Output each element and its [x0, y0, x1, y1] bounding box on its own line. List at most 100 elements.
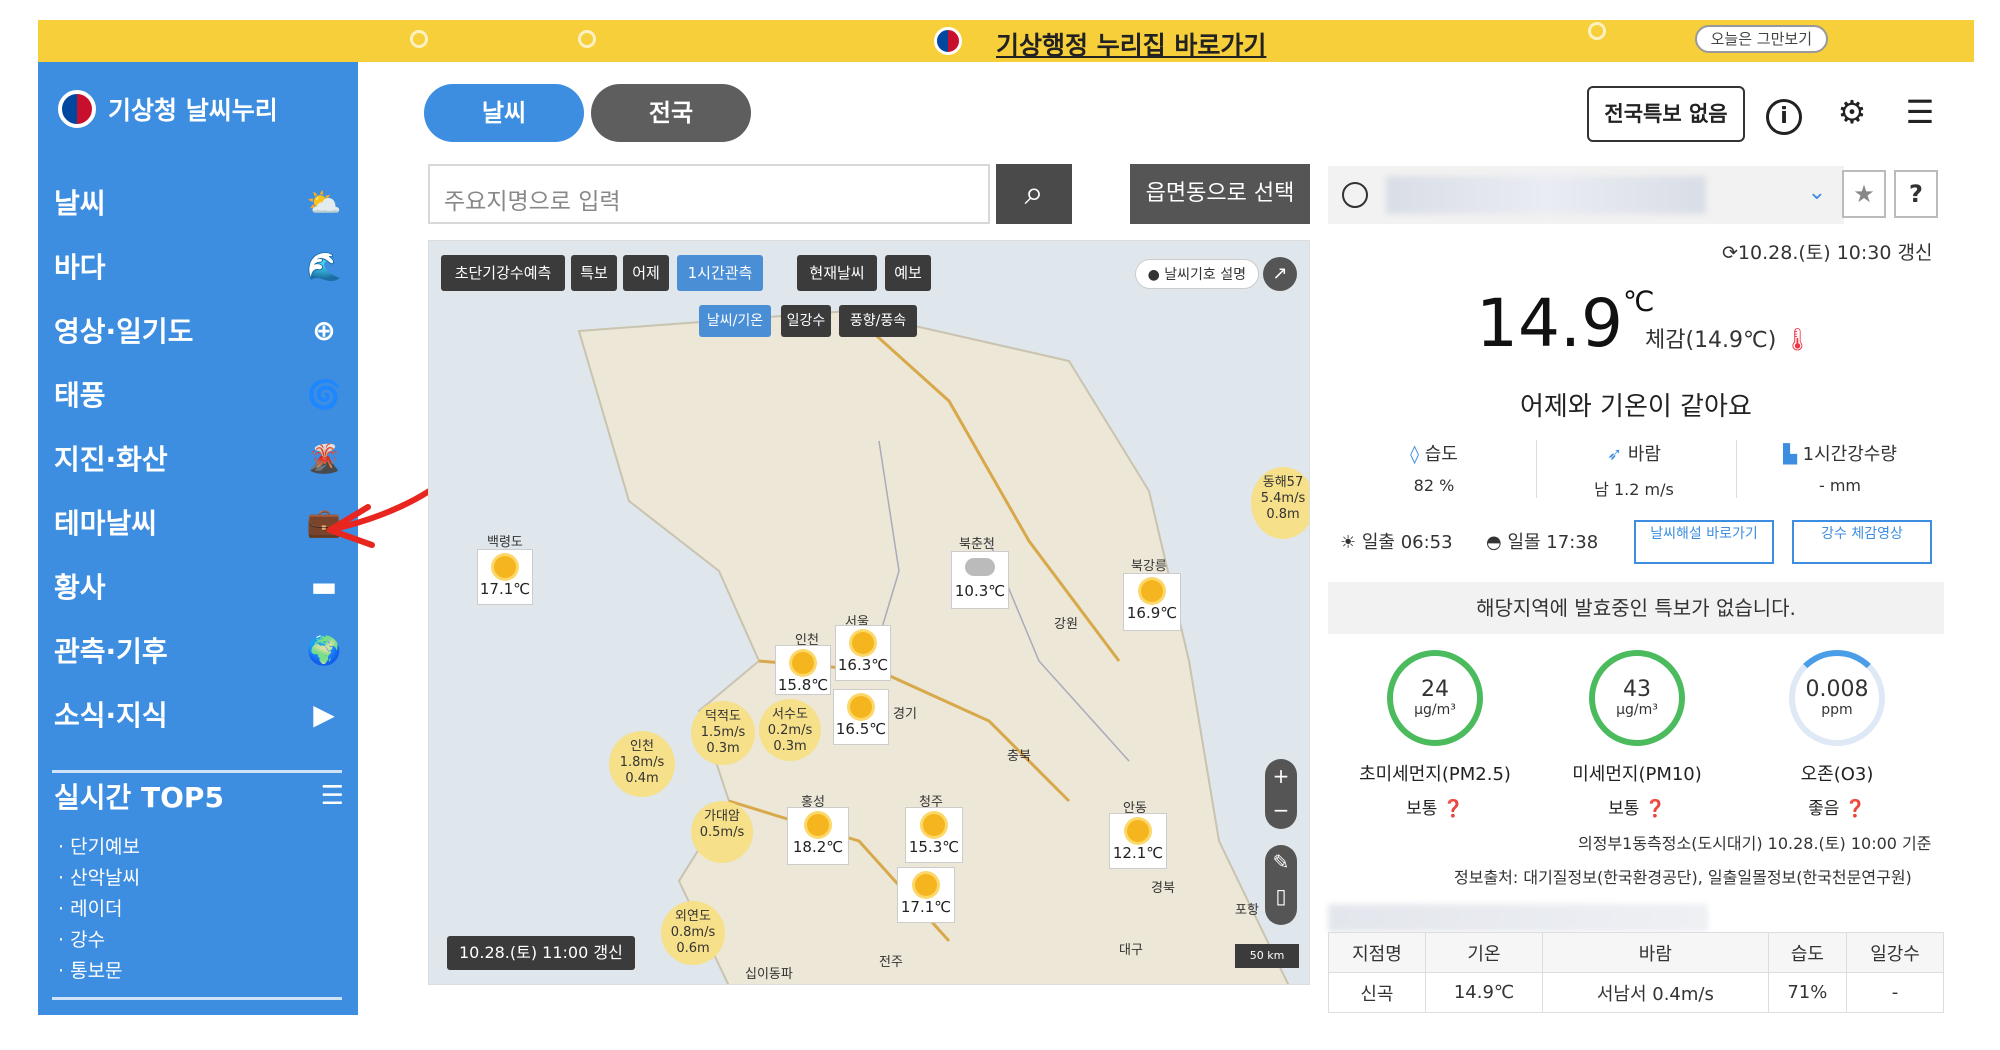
station-marker[interactable]: 10.3℃ [951, 551, 1009, 609]
ruler-icon[interactable]: ✎ [1265, 845, 1297, 879]
favorite-star-button[interactable]: ★ [1842, 170, 1886, 218]
map-chip-forecast[interactable]: 예보 [885, 255, 931, 291]
weather-icon: ⛅ [306, 185, 342, 219]
zoom-out-icon[interactable]: − [1265, 793, 1297, 827]
help-icon[interactable]: ❓ [1443, 799, 1464, 819]
sidebar: 기상청 날씨누리 날씨 ⛅ 바다 🌊 영상·일기도 ⊕ 태풍 🌀 지진·화산 🌋 테마날씨… [38, 62, 358, 1015]
map-chip-yesterday[interactable]: 어제 [623, 255, 669, 291]
sidebar-item-label: 황사 [54, 571, 106, 604]
map-icon[interactable]: ▯ [1265, 879, 1297, 913]
tab-weather[interactable]: 날씨 [424, 84, 584, 142]
sun-icon [923, 814, 945, 836]
map-chip-current[interactable]: 현재날씨 [797, 255, 877, 291]
region-label: 경기 [893, 707, 917, 722]
sun-icon [1141, 580, 1163, 602]
wave-marker[interactable]: 서수도 0.2m/s 0.3m [759, 699, 821, 761]
station-name: 북강릉 [1131, 559, 1167, 574]
tab-nation[interactable]: 전국 [591, 84, 751, 142]
station-marker[interactable]: 17.1℃ [897, 867, 955, 923]
sidebar-item-weather[interactable]: 날씨 ⛅ [54, 170, 344, 234]
top5-item[interactable]: · 단기예보 [58, 832, 140, 863]
station-marker[interactable]: 15.3℃ [905, 807, 963, 863]
sidebar-item-earthquake[interactable]: 지진·화산 🌋 [54, 426, 344, 490]
sidebar-item-label: 태풍 [54, 379, 106, 412]
sidebar-item-sea[interactable]: 바다 🌊 [54, 234, 344, 298]
map-chip-warning[interactable]: 특보 [571, 255, 617, 291]
station-marker[interactable]: 16.5℃ [833, 689, 889, 745]
sidebar-item-label: 날씨 [54, 187, 106, 220]
wave-marker[interactable]: 외연도 0.8m/s 0.6m [661, 901, 725, 965]
wave-marker[interactable]: 인천 1.8m/s 0.4m [609, 731, 675, 797]
station-marker[interactable]: 15.8℃ [775, 645, 831, 695]
banner-link[interactable]: 기상행정 누리집 바로가기 [996, 26, 1266, 62]
eup-select-button[interactable]: 읍면동으로 선택 [1130, 164, 1310, 224]
sun-icon [915, 874, 937, 896]
station-marker[interactable]: 16.3℃ [835, 625, 891, 681]
legend-button[interactable]: ● 날씨기호 설명 [1134, 259, 1259, 289]
sidebar-item-theme[interactable]: 테마날씨 💼 [54, 490, 344, 554]
pm10-gauge: 43 μg/m³ 미세먼지(PM10) 보통 ❓ [1552, 650, 1722, 819]
zoom-in-icon[interactable]: + [1265, 759, 1297, 793]
map-subchip-temp[interactable]: 날씨/기온 [699, 305, 771, 337]
top-banner[interactable]: 기상행정 누리집 바로가기 오늘은 그만보기 [38, 20, 1974, 62]
top5-item[interactable]: · 강수 [58, 925, 140, 956]
help-button[interactable]: ? [1894, 170, 1938, 218]
divider [52, 770, 342, 773]
weather-commentary-button[interactable]: 날씨해설 바로가기 [1634, 520, 1774, 564]
zoom-control[interactable]: + − [1265, 759, 1297, 829]
warning-notice: 해당지역에 발효중인 특보가 없습니다. [1328, 582, 1944, 634]
temp-compare-text: 어제와 기온이 같아요 [1520, 392, 1752, 422]
weather-map[interactable]: 초단기강수예측 특보 어제 1시간관측 현재날씨 예보 날씨/기온 일강수 풍향… [428, 240, 1310, 985]
sidebar-item-label: 소식·지식 [54, 699, 168, 732]
top5-item[interactable]: · 통보문 [58, 956, 140, 987]
station-marker[interactable]: 17.1℃ [477, 549, 533, 605]
observation-table: 지점명 기온 바람 습도 일강수 신곡 14.9℃ 서남서 0.4m/s 71%… [1328, 932, 1944, 1013]
station-marker[interactable]: 12.1℃ [1109, 813, 1167, 869]
hide-today-button[interactable]: 오늘은 그만보기 [1694, 25, 1828, 53]
play-icon: ▶ [313, 697, 335, 731]
nationwide-warning-button[interactable]: 전국특보 없음 [1587, 86, 1745, 142]
sidebar-item-news[interactable]: 소식·지식 ▶ [54, 682, 344, 746]
panel-update-time: ⟳10.28.(토) 10:30 갱신 [1722, 242, 1933, 264]
wave-marker[interactable]: 가대암 0.5m/s [691, 801, 753, 863]
humidity-stat: ◊ 습도 82 % [1410, 444, 1458, 495]
table-cell: - [1846, 972, 1944, 1013]
brand[interactable]: 기상청 날씨누리 [58, 90, 278, 128]
map-tools[interactable]: ✎ ▯ [1265, 845, 1297, 925]
wave-marker[interactable]: 동해57 5.4m/s 0.8m [1251, 467, 1309, 539]
rain-video-button[interactable]: 강수 체감영상 [1792, 520, 1932, 564]
table-cell: 신곡 [1328, 972, 1426, 1013]
sidebar-item-typhoon[interactable]: 태풍 🌀 [54, 362, 344, 426]
sunrise: ☀ 일출 06:53 [1340, 532, 1453, 553]
station-marker[interactable]: 18.2℃ [787, 807, 849, 865]
hamburger-menu-icon[interactable]: ☰ [1900, 92, 1940, 132]
sun-icon [807, 814, 829, 836]
station-marker[interactable]: 16.9℃ [1123, 573, 1181, 631]
map-subchip-wind[interactable]: 풍향/풍속 [839, 305, 917, 337]
search-input[interactable]: 주요지명으로 입력 [428, 164, 990, 224]
search-button[interactable]: ⌕ [996, 164, 1072, 224]
map-subchip-rain[interactable]: 일강수 [781, 305, 831, 337]
divider [1736, 440, 1737, 498]
map-chip-hourly[interactable]: 1시간관측 [677, 255, 763, 291]
help-icon[interactable]: ❓ [1845, 799, 1866, 819]
question-icon: ? [1909, 180, 1923, 208]
sidebar-item-images[interactable]: 영상·일기도 ⊕ [54, 298, 344, 362]
sunset-icon: ◓ [1486, 532, 1502, 553]
sidebar-item-climate[interactable]: 관측·기후 🌍 [54, 618, 344, 682]
help-icon[interactable]: ❓ [1645, 799, 1666, 819]
location-select[interactable]: ⌄ [1328, 166, 1844, 224]
target-location-icon[interactable] [1342, 182, 1368, 208]
map-scale: 50 km [1235, 944, 1299, 968]
info-icon[interactable]: i [1764, 92, 1804, 135]
wave-marker[interactable]: 덕적도 1.5m/s 0.3m [691, 701, 755, 765]
top5-item[interactable]: · 산악날씨 [58, 863, 140, 894]
sidebar-item-yellow-dust[interactable]: 황사 ▬ [54, 554, 344, 618]
top5-header[interactable]: 실시간 TOP5 ☰ [54, 776, 344, 816]
map-chip-nowcast[interactable]: 초단기강수예측 [441, 255, 565, 291]
gear-icon[interactable]: ⚙ [1832, 92, 1872, 132]
share-icon[interactable]: ↗ [1263, 257, 1297, 291]
top5-item[interactable]: · 레이더 [58, 894, 140, 925]
station-name: 북춘천 [959, 537, 995, 552]
region-label: 충북 [1007, 749, 1031, 764]
